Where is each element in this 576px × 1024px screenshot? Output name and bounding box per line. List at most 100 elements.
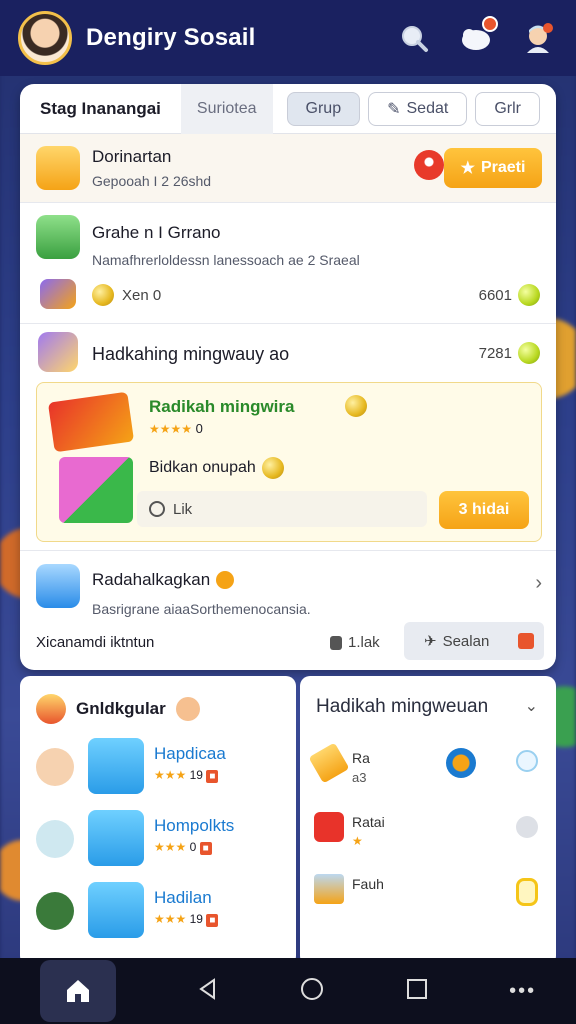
stars-icon: ★★★ bbox=[154, 768, 187, 782]
star-icon: ★ bbox=[352, 834, 363, 848]
like-label: Lik bbox=[173, 500, 193, 518]
more-icon[interactable]: ••• bbox=[509, 980, 536, 1003]
games-list-header: Gnldkgular bbox=[36, 694, 200, 724]
coin-icon bbox=[92, 284, 114, 306]
featured-row[interactable]: Dorinartan Gepooah I 2 26shd ★ Praeti bbox=[20, 134, 556, 202]
app-title: Dengiry Sosail bbox=[86, 24, 256, 51]
player-avatar bbox=[36, 748, 74, 786]
tab-stag[interactable]: Stag Inanangai bbox=[20, 84, 181, 134]
post-text: Namafhrerloldessn lanessoach ae 2 Sraeal bbox=[92, 252, 360, 268]
controller-icon bbox=[40, 279, 76, 309]
chat-bubble-icon[interactable] bbox=[456, 16, 498, 58]
praeti-button[interactable]: ★ Praeti bbox=[444, 148, 542, 188]
reward-card-sub: Bidkan onupah bbox=[149, 457, 284, 479]
reward-card-sub-label: Bidkan onupah bbox=[149, 459, 256, 476]
recents-icon[interactable] bbox=[405, 977, 429, 1006]
emoji-icon bbox=[216, 571, 235, 589]
weekly-item-label: Fauh bbox=[352, 876, 384, 892]
weekly-title: Hadikah mingweuan bbox=[316, 696, 489, 717]
game-rating: ★★★ 19 ■ bbox=[154, 768, 219, 783]
user-profile-icon[interactable] bbox=[518, 18, 558, 58]
game-name: Hompolkts bbox=[154, 816, 235, 835]
header-actions bbox=[394, 16, 558, 58]
featured-name: Dorinartan bbox=[92, 147, 172, 166]
chevron-right-icon[interactable]: › bbox=[535, 572, 542, 595]
post-reaction-label: Xen 0 bbox=[122, 286, 162, 304]
post-row[interactable]: Grahe n⁠ I Grrano Namafhrerloldessn lane… bbox=[20, 203, 556, 323]
present-icon bbox=[59, 457, 133, 523]
post-count: 6601 bbox=[479, 284, 540, 306]
close-tag-icon bbox=[518, 633, 534, 649]
notice-title: Radahalkagkan bbox=[92, 570, 211, 589]
tab-sedat[interactable]: ✎ Sedat bbox=[368, 91, 468, 126]
radio-icon[interactable] bbox=[516, 816, 538, 838]
featured-text: Dorinartan Gepooah I 2 26shd bbox=[92, 147, 211, 189]
weekly-item-sub: a3 bbox=[352, 770, 367, 785]
praeti-label: Praeti bbox=[480, 159, 526, 176]
post-title: Grahe n⁠ I Grrano bbox=[92, 223, 221, 242]
divider bbox=[20, 550, 556, 551]
star-icon: ★ bbox=[460, 160, 475, 177]
claim-button[interactable]: 3 hidai bbox=[439, 491, 529, 529]
weekly-item-label: Ratai bbox=[352, 814, 385, 830]
weekly-item-label: Ra bbox=[352, 750, 370, 766]
gem-icon bbox=[518, 284, 540, 306]
weekly-card: Hadikah mingweuan ⌄ Ra a3 Ratai ★ Fauh bbox=[300, 676, 556, 966]
reward-count-value: 7281 bbox=[478, 344, 512, 362]
pencil-icon: ✎ bbox=[387, 100, 401, 118]
reward-card-rating-value: 0 bbox=[195, 421, 203, 436]
reward-card-rating: ★★★★ 0 bbox=[149, 421, 203, 436]
gem-icon bbox=[518, 342, 540, 364]
game-thumb bbox=[88, 882, 144, 938]
home-circle-icon[interactable] bbox=[299, 976, 325, 1007]
wand-icon bbox=[308, 742, 350, 784]
mushroom-icon bbox=[414, 150, 444, 180]
home-icon bbox=[66, 980, 89, 1002]
stars-icon: ★★★ bbox=[154, 840, 187, 854]
game-thumb bbox=[88, 810, 144, 866]
main-feed-card: Stag Inanangai Surioteа Grup ✎ Sedat Grl… bbox=[20, 84, 556, 670]
apple-icon bbox=[314, 812, 344, 842]
notice-stat: 1.lak bbox=[330, 634, 380, 651]
bookmark-icon bbox=[330, 635, 342, 650]
gift-box-icon bbox=[47, 391, 135, 453]
notice-footer-label: Xicanamdi iktntun bbox=[36, 634, 155, 651]
profile-avatar[interactable] bbox=[18, 11, 72, 65]
sealan-button[interactable]: ✈ Sealan bbox=[404, 622, 544, 660]
home-button[interactable] bbox=[39, 960, 116, 1022]
notice-stat-value: 1.lak bbox=[348, 634, 380, 651]
game-thumb bbox=[88, 738, 144, 794]
sealan-label: Sealan bbox=[442, 632, 490, 650]
send-icon: ✈ bbox=[424, 633, 437, 650]
game-rating-value: 19 bbox=[189, 912, 203, 926]
coin-icon bbox=[261, 457, 284, 479]
back-icon[interactable] bbox=[196, 977, 220, 1006]
tag-icon: ■ bbox=[206, 914, 219, 927]
reward-card-title: Radikah mingwira bbox=[149, 397, 295, 416]
tab-grlr[interactable]: Grlr bbox=[475, 91, 540, 126]
reward-title: Hadkahing mingwauy ao bbox=[92, 344, 290, 364]
notice-avatar bbox=[36, 564, 80, 608]
reward-card[interactable]: Radikah mingwira ★★★★ 0 Bidkan onupah Li… bbox=[36, 382, 542, 542]
tab-bar: Stag Inanangai Surioteа Grup ✎ Sedat Grl… bbox=[20, 84, 556, 134]
game-name: Hadilan bbox=[154, 888, 212, 907]
notification-badge bbox=[482, 16, 498, 32]
tab-sedat-label: Sedat bbox=[406, 99, 449, 117]
lock-icon bbox=[516, 878, 538, 906]
chart-icon bbox=[314, 874, 344, 904]
notice-row[interactable]: Radahalkagkan Basrigrane aiaaSorthemenoc… bbox=[20, 552, 556, 670]
featured-subtitle: Gepooah I 2 26shd bbox=[92, 173, 212, 189]
reward-header[interactable]: Hadkahing mingwauy ao 7281 bbox=[20, 324, 556, 382]
search-icon[interactable] bbox=[394, 18, 434, 58]
ring-icon bbox=[446, 748, 476, 778]
chevron-down-icon[interactable]: ⌄ bbox=[525, 696, 538, 716]
player-avatar bbox=[36, 820, 74, 858]
stars-icon: ★★★★ bbox=[149, 422, 193, 436]
like-button[interactable]: Lik bbox=[137, 491, 427, 527]
post-reaction[interactable]: Xen 0 bbox=[92, 284, 161, 306]
radio-icon[interactable] bbox=[516, 750, 538, 772]
face-icon bbox=[175, 697, 200, 721]
game-rating-value: 0 bbox=[189, 840, 197, 854]
tab-surioteа[interactable]: Surioteа bbox=[180, 84, 273, 134]
tab-grup[interactable]: Grup bbox=[286, 91, 361, 126]
